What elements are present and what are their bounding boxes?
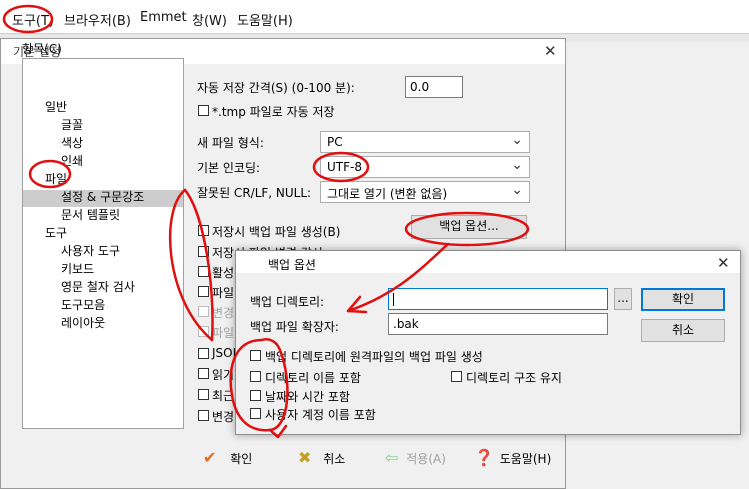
help-button-label: 도움말(H) <box>499 452 552 466</box>
autosave-label: 자동 저장 간격(S) (0-100 분): <box>197 81 355 95</box>
keep-structure-label: 디렉토리 구조 유지 <box>466 371 562 385</box>
watch-changes-checkbox[interactable] <box>198 246 209 257</box>
recent-label: 최근 <box>212 389 235 403</box>
tree-label: 항목(C) <box>22 42 62 56</box>
readonly-checkbox[interactable] <box>198 368 209 379</box>
ext-input[interactable]: .bak <box>388 313 608 335</box>
tree-item-syntax[interactable]: 설정 & 구문강조 <box>61 188 144 205</box>
tree-item-tools[interactable]: 도구 <box>45 224 67 241</box>
autosave-input[interactable]: 0.0 <box>405 76 463 98</box>
backup-dir-label: 백업 디렉토리: <box>250 295 325 309</box>
text-cursor <box>393 293 394 306</box>
cancel-button-label: 취소 <box>323 452 346 466</box>
file2-checkbox <box>198 326 209 337</box>
crlf-select[interactable]: 그대로 열기 (변환 없음) <box>320 181 530 203</box>
tree-item-color[interactable]: 색상 <box>61 134 83 151</box>
backup-options-dialog: 백업 옵션 ✕ 백업 디렉토리: ... 백업 파일 확장자: .bak 확인 … <box>235 250 741 435</box>
file2-label: 파일 <box>212 326 235 340</box>
backup-options-button[interactable]: 백업 옵션... <box>411 215 527 239</box>
backup-dir-input[interactable] <box>388 288 608 310</box>
backup-cancel-button[interactable]: 취소 <box>641 319 725 342</box>
json-checkbox[interactable] <box>198 348 209 359</box>
tree-item-file[interactable]: 파일 <box>45 170 67 187</box>
apply-button-label: 적용(A) <box>406 452 446 466</box>
include-username-checkbox[interactable] <box>250 408 261 419</box>
back-arrow-icon: ⇦ <box>385 448 399 467</box>
x-icon: ✖ <box>298 448 312 467</box>
tree-item-toolbars[interactable]: 도구모음 <box>61 296 105 313</box>
menu-browser[interactable]: 브라우저(B) <box>64 10 131 29</box>
tree-item-layout[interactable]: 레이아웃 <box>61 314 105 331</box>
menu-window[interactable]: 창(W) <box>192 10 227 29</box>
ok-button[interactable]: ✔ 확인 <box>203 450 252 467</box>
ok-button-label: 확인 <box>230 452 253 466</box>
tree-item-font[interactable]: 글꼴 <box>61 116 83 133</box>
tree-item-user-tools[interactable]: 사용자 도구 <box>61 242 120 259</box>
backup-dialog-title: 백업 옵션 <box>268 258 316 272</box>
remote-backup-checkbox[interactable] <box>250 350 261 361</box>
change2-checkbox[interactable] <box>198 410 209 421</box>
include-datetime-label: 날짜와 시간 포함 <box>265 390 350 404</box>
active-label: 활성 <box>212 266 235 280</box>
tmp-autosave-label: *.tmp 파일로 자동 저장 <box>212 105 335 119</box>
file-label: 파일 <box>212 286 235 300</box>
cancel-button[interactable]: ✖ 취소 <box>298 450 345 467</box>
change2-label: 변경 <box>212 410 235 424</box>
tree-item-print[interactable]: 인쇄 <box>61 152 83 169</box>
backup-create-label: 저장시 백업 파일 생성(B) <box>212 225 341 239</box>
include-dir-name-checkbox[interactable] <box>250 371 261 382</box>
readonly-label: 읽기 <box>212 368 235 382</box>
change-checkbox <box>198 306 209 317</box>
apply-button[interactable]: ⇦ 적용(A) <box>385 450 446 467</box>
file-checkbox[interactable] <box>198 286 209 297</box>
include-username-label: 사용자 계정 이름 포함 <box>265 408 376 422</box>
tree-item-templates[interactable]: 문서 템플릿 <box>61 206 120 223</box>
keep-structure-checkbox[interactable] <box>451 371 462 382</box>
help-book-icon: ❓ <box>474 448 494 467</box>
help-button[interactable]: ❓ 도움말(H) <box>474 450 551 467</box>
crlf-label: 잘못된 CR/LF, NULL: <box>197 186 312 200</box>
menu-help[interactable]: 도움말(H) <box>237 10 293 29</box>
tmp-autosave-checkbox[interactable] <box>198 105 209 116</box>
close-icon[interactable]: ✕ <box>544 44 557 59</box>
close-icon[interactable]: ✕ <box>717 256 730 271</box>
newfile-label: 새 파일 형식: <box>197 136 264 150</box>
tree-item-general[interactable]: 일반 <box>45 98 67 115</box>
encoding-select[interactable]: UTF-8 <box>320 156 530 178</box>
change-label: 변경 <box>212 306 235 320</box>
backup-create-checkbox[interactable] <box>198 225 209 236</box>
backup-ok-button[interactable]: 확인 <box>641 288 725 311</box>
ext-label: 백업 파일 확장자: <box>250 320 339 334</box>
tree-item-spellcheck[interactable]: 영문 철자 검사 <box>61 278 135 295</box>
menu-tools[interactable]: 도구(T) <box>12 10 54 29</box>
include-dir-name-label: 디렉토리 이름 포함 <box>265 371 361 385</box>
remote-backup-label: 백업 디렉토리에 원격파일의 백업 파일 생성 <box>265 350 483 364</box>
menu-emmet[interactable]: Emmet <box>140 10 187 25</box>
category-tree[interactable]: 일반 글꼴 색상 인쇄 파일 설정 & 구문강조 문서 템플릿 도구 사용자 도… <box>22 58 184 429</box>
recent-checkbox[interactable] <box>198 389 209 400</box>
newfile-select[interactable]: PC <box>320 131 530 153</box>
tree-item-keyboard[interactable]: 키보드 <box>61 260 94 277</box>
active-checkbox[interactable] <box>198 266 209 277</box>
browse-button[interactable]: ... <box>614 288 632 310</box>
check-icon: ✔ <box>203 448 217 467</box>
menu-bar: 도구(T) 브라우저(B) Emmet 창(W) 도움말(H) <box>0 0 749 35</box>
include-datetime-checkbox[interactable] <box>250 390 261 401</box>
encoding-label: 기본 인코딩: <box>197 161 261 175</box>
